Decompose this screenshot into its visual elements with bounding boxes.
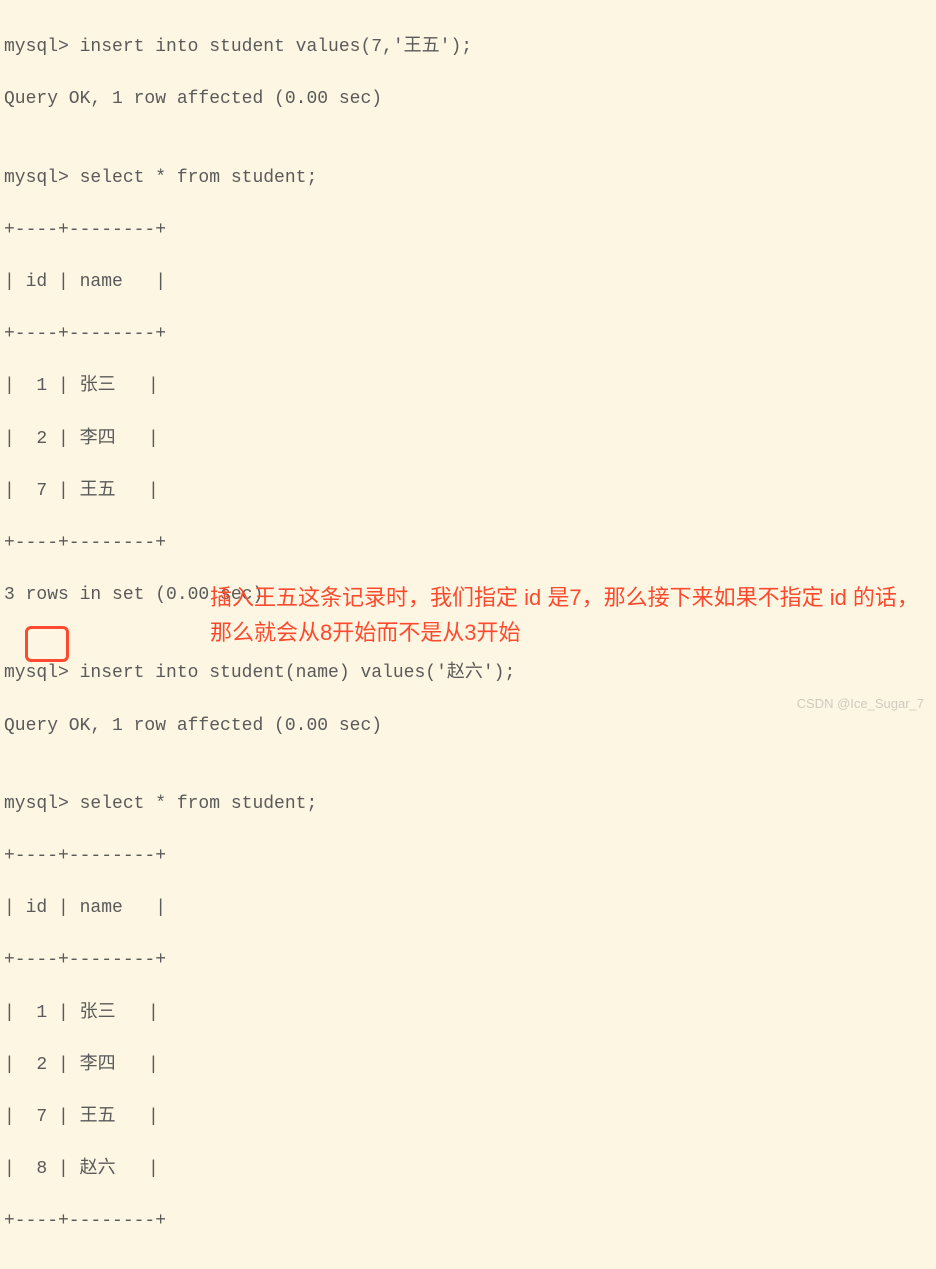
terminal-line: +----+--------+ — [4, 321, 932, 347]
terminal-line: +----+--------+ — [4, 843, 932, 869]
terminal-line: Query OK, 1 row affected (0.00 sec) — [4, 86, 932, 112]
terminal-line: Query OK, 1 row affected (0.00 sec) — [4, 713, 932, 739]
terminal-line: +----+--------+ — [4, 1208, 932, 1234]
terminal-line: | 1 | 张三 | — [4, 1000, 932, 1026]
terminal-line: mysql> select * from student; — [4, 791, 932, 817]
terminal-line: +----+--------+ — [4, 217, 932, 243]
terminal-line: | 1 | 张三 | — [4, 373, 932, 399]
terminal-line: | 7 | 王五 | — [4, 478, 932, 504]
terminal-line: mysql> insert into student values(7,'王五'… — [4, 34, 932, 60]
terminal-line: +----+--------+ — [4, 947, 932, 973]
watermark: CSDN @Ice_Sugar_7 — [797, 696, 924, 711]
terminal-line: | 2 | 李四 | — [4, 426, 932, 452]
annotation-text: 插入王五这条记录时，我们指定 id 是7，那么接下来如果不指定 id 的话，那么… — [210, 580, 930, 650]
terminal-line: | 2 | 李四 | — [4, 1052, 932, 1078]
terminal-line: | 7 | 王五 | — [4, 1104, 932, 1130]
terminal-line: mysql> insert into student(name) values(… — [4, 660, 932, 686]
terminal-line: | id | name | — [4, 895, 932, 921]
terminal-line: | 8 | 赵六 | — [4, 1156, 932, 1182]
terminal-line: mysql> select * from student; — [4, 165, 932, 191]
terminal-line: | id | name | — [4, 269, 932, 295]
terminal-line: +----+--------+ — [4, 530, 932, 556]
highlight-box — [25, 626, 69, 662]
